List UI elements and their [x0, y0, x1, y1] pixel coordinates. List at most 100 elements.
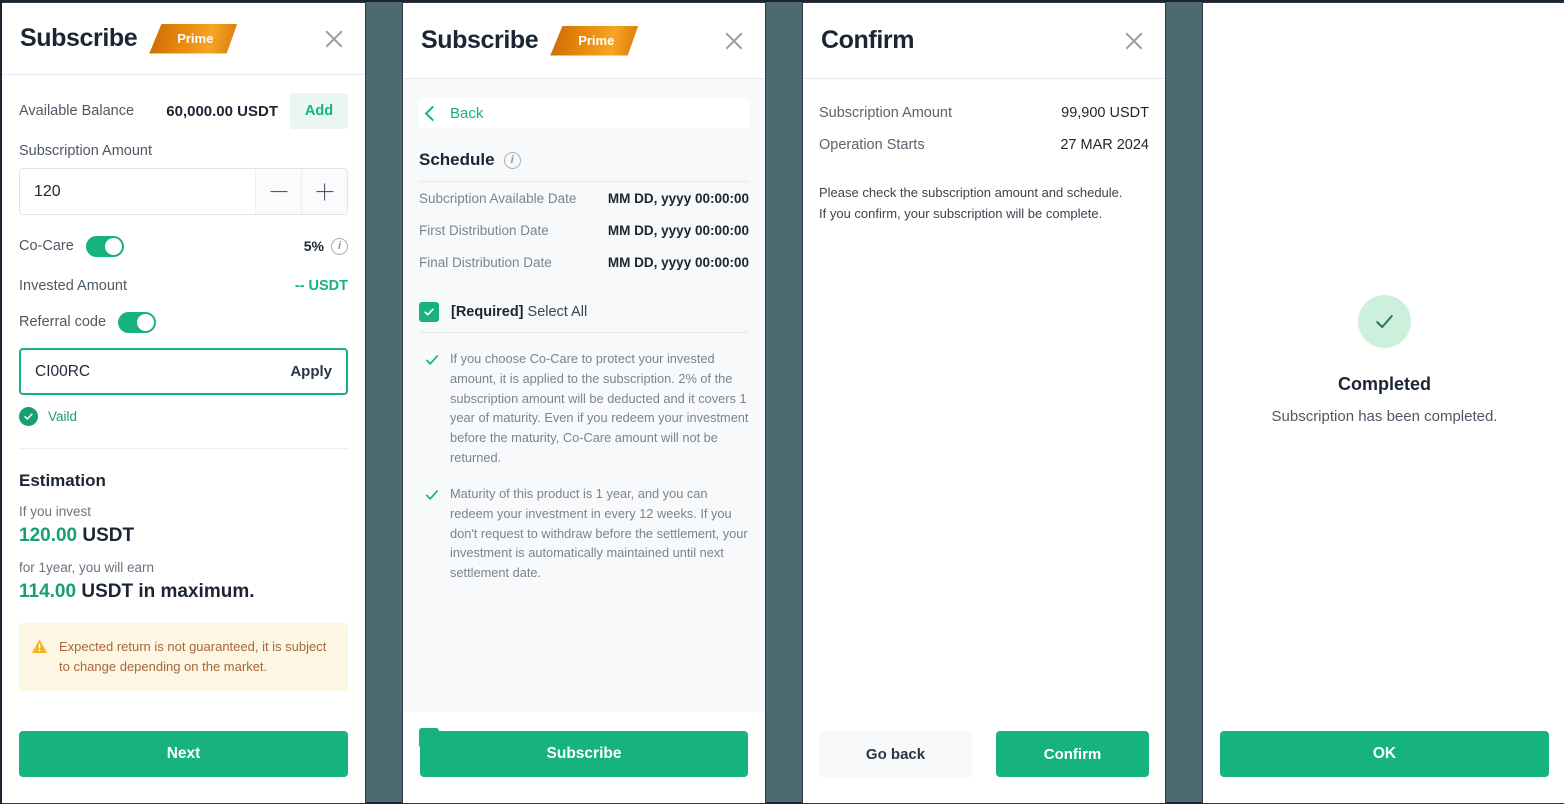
- schedule-row-value: MM DD, yyyy 00:00:00: [607, 190, 749, 206]
- info-icon[interactable]: i: [331, 237, 348, 255]
- confirm-row-label: Operation Starts: [819, 137, 925, 153]
- schedule-row-label: First Distribution Date: [419, 222, 549, 238]
- add-funds-button[interactable]: Add: [290, 93, 348, 129]
- term-text: Maturity of this product is 1 year, and …: [450, 485, 748, 581]
- select-all-label: [Required] Select All: [451, 304, 587, 320]
- page-title: Subscribe: [20, 24, 138, 52]
- check-circle-icon: [19, 407, 38, 426]
- confirm-row-value: 99,900 USDT: [1061, 105, 1149, 121]
- schedule-list: Subcription Available Date MM DD, yyyy 0…: [419, 181, 749, 278]
- panel-subscribe-terms: Subscribe Prime Back Schedule i Subcript…: [402, 2, 766, 804]
- next-button[interactable]: Next: [19, 731, 348, 777]
- modal-header: Confirm: [803, 3, 1165, 79]
- minus-icon[interactable]: [255, 169, 301, 214]
- referral-code-label: Referral code: [19, 314, 107, 330]
- table-row: Final Distribution Date MM DD, yyyy 00:0…: [419, 246, 749, 278]
- select-all-required-tag: [Required]: [451, 304, 524, 320]
- select-all-text: Select All: [527, 304, 588, 320]
- estimation-invest-label: If you invest: [19, 504, 92, 519]
- back-button[interactable]: Back: [419, 98, 749, 128]
- estimation-title: Estimation: [19, 471, 106, 490]
- available-balance-row: Available Balance 60,000.00 USDT Add: [19, 93, 348, 129]
- cocare-row: Co-Care 5% i: [19, 229, 348, 263]
- estimation-invest-amount: 120.00 USDT: [19, 525, 348, 547]
- referral-row: Referral code: [19, 305, 348, 339]
- schedule-title: Schedule: [419, 150, 495, 169]
- term-text: If you choose Co-Care to protect your in…: [450, 351, 749, 466]
- close-icon[interactable]: [321, 26, 347, 52]
- subscribe-button[interactable]: Subscribe: [420, 731, 748, 777]
- subscribe-terms-body: Back Schedule i Subcription Available Da…: [403, 79, 765, 712]
- schedule-row-label: Final Distribution Date: [419, 254, 552, 270]
- referral-code-input[interactable]: [35, 362, 291, 381]
- confirm-actions: Go back Confirm: [819, 731, 1149, 777]
- prime-badge: Prime: [149, 23, 238, 54]
- table-row: Subcription Available Date MM DD, yyyy 0…: [419, 182, 749, 214]
- page-title: Subscribe: [421, 26, 539, 54]
- panel-subscribe-amount: Subscribe Prime Available Balance 60,000…: [2, 2, 366, 804]
- completion-status: Completed Subscription has been complete…: [1203, 295, 1564, 425]
- terms-divider: [419, 332, 749, 333]
- schedule-row-value: MM DD, yyyy 00:00:00: [607, 222, 749, 238]
- confirm-body: Subscription Amount 99,900 USDT Operatio…: [803, 79, 1165, 225]
- warning-triangle-icon: [31, 639, 48, 653]
- confirm-note: Please check the subscription amount and…: [819, 185, 1123, 221]
- referral-valid-status: Vaild: [19, 407, 348, 426]
- table-row: Subscription Amount 99,900 USDT: [819, 97, 1149, 129]
- list-item[interactable]: Maturity of this product is 1 year, and …: [425, 484, 749, 583]
- prime-badge: Prime: [550, 25, 639, 56]
- info-icon[interactable]: i: [503, 151, 521, 169]
- section-divider: [19, 448, 348, 449]
- subscription-amount-label: Subscription Amount: [19, 143, 152, 159]
- return-warning-box: Expected return is not guaranteed, it is…: [19, 623, 348, 692]
- confirm-button[interactable]: Confirm: [996, 731, 1149, 777]
- completed-title: Completed: [1337, 374, 1431, 394]
- quantity-stepper: [19, 168, 348, 215]
- subscription-amount-input[interactable]: [20, 169, 255, 214]
- back-label: Back: [450, 104, 484, 122]
- page-title: Confirm: [821, 26, 915, 54]
- ok-button[interactable]: OK: [1220, 731, 1549, 777]
- invested-amount-label: Invested Amount: [19, 278, 128, 294]
- select-all-row[interactable]: [Required] Select All: [419, 302, 749, 322]
- estimation-invest-unit: USDT: [82, 525, 135, 546]
- available-balance-value: 60,000.00 USDT: [166, 102, 278, 120]
- check-icon: [425, 490, 439, 500]
- cocare-percent: 5%: [303, 238, 324, 254]
- subscribe-amount-body: Available Balance 60,000.00 USDT Add Sub…: [2, 75, 365, 692]
- estimation-earn-number: 114.00: [19, 581, 77, 602]
- multi-panel-stage: Subscribe Prime Available Balance 60,000…: [2, 2, 1564, 804]
- cocare-toggle[interactable]: [85, 235, 124, 257]
- available-balance-label: Available Balance: [19, 103, 135, 119]
- table-row: First Distribution Date MM DD, yyyy 00:0…: [419, 214, 749, 246]
- cocare-label: Co-Care: [19, 238, 74, 254]
- panel-confirm: Confirm Subscription Amount 99,900 USDT …: [802, 2, 1166, 804]
- modal-header: Subscribe Prime: [2, 3, 365, 75]
- close-icon[interactable]: [1121, 28, 1147, 54]
- schedule-row-label: Subcription Available Date: [419, 190, 577, 206]
- apply-button[interactable]: Apply: [290, 363, 332, 380]
- estimation-earn-unit: USDT in maximum.: [81, 581, 255, 602]
- estimation-earn-amount: 114.00 USDT in maximum.: [19, 581, 348, 603]
- go-back-button[interactable]: Go back: [819, 731, 972, 777]
- completed-subtitle: Subscription has been completed.: [1271, 408, 1498, 425]
- referral-valid-label: Vaild: [48, 409, 78, 424]
- schedule-header: Schedule i: [419, 150, 749, 170]
- check-icon: [1376, 315, 1393, 329]
- confirm-row-value: 27 MAR 2024: [1060, 137, 1149, 153]
- table-row: Operation Starts 27 MAR 2024: [819, 129, 1149, 161]
- return-warning-text: Expected return is not guaranteed, it is…: [59, 639, 327, 675]
- list-item[interactable]: If you choose Co-Care to protect your in…: [425, 349, 749, 468]
- check-icon: [425, 355, 439, 365]
- chevron-left-icon: [424, 105, 441, 121]
- select-all-checkbox[interactable]: [419, 302, 439, 322]
- invested-amount-value: -- USDT: [294, 278, 348, 294]
- referral-toggle[interactable]: [118, 311, 157, 333]
- estimation-earn-label: for 1year, you will earn: [19, 560, 155, 575]
- close-icon[interactable]: [721, 28, 747, 54]
- plus-icon[interactable]: [301, 169, 347, 214]
- panel-completed: Completed Subscription has been complete…: [1202, 2, 1564, 804]
- invested-amount-row: Invested Amount -- USDT: [19, 271, 348, 301]
- referral-code-field-wrap: Apply: [19, 348, 348, 395]
- status-badge: [1358, 295, 1411, 348]
